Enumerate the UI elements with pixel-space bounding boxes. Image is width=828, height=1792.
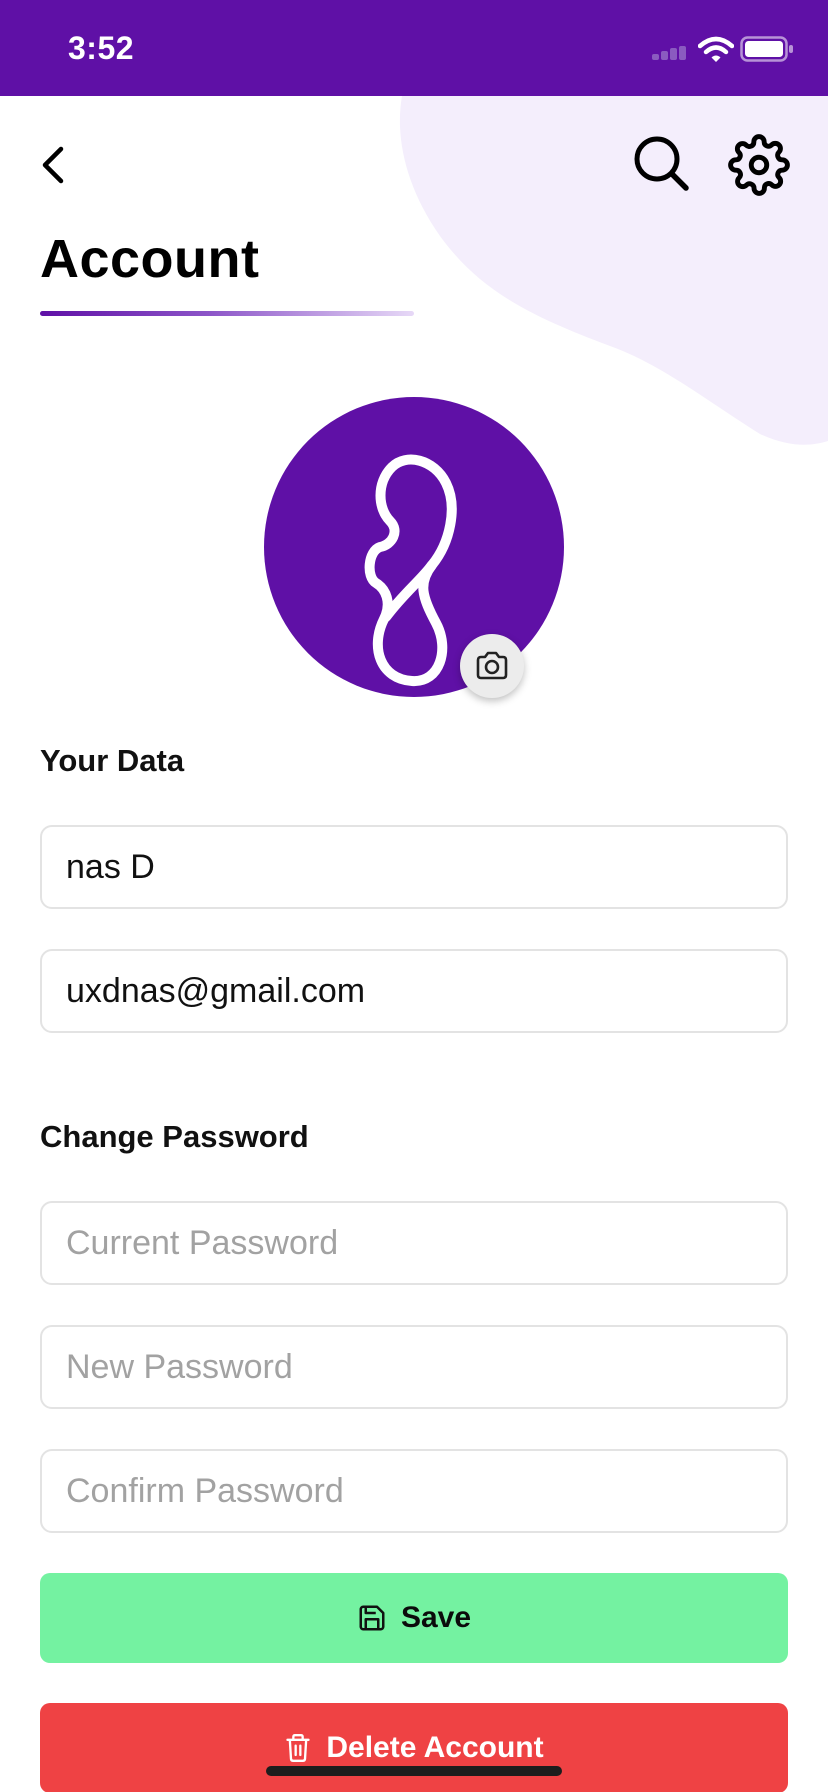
gear-icon [728, 134, 790, 196]
new-password-field[interactable] [40, 1325, 788, 1409]
title-underline [40, 311, 414, 316]
camera-icon [476, 651, 508, 680]
status-bar: 3:52 [0, 0, 828, 96]
save-button[interactable]: Save [40, 1573, 788, 1663]
change-password-label: Change Password [40, 1119, 309, 1154]
back-button[interactable] [30, 138, 74, 192]
settings-button[interactable] [728, 134, 790, 196]
search-icon [634, 136, 689, 191]
save-button-label: Save [400, 1601, 472, 1634]
current-password-field[interactable] [40, 1201, 788, 1285]
your-data-label: Your Data [40, 743, 185, 778]
change-photo-button[interactable] [460, 634, 524, 698]
floppy-disk-icon [359, 1605, 385, 1631]
wifi-icon [698, 36, 734, 62]
delete-account-button[interactable]: Delete Account [40, 1703, 788, 1792]
chevron-left-icon [42, 146, 64, 184]
cellular-signal-icon [652, 46, 688, 60]
name-field[interactable] [40, 825, 788, 909]
battery-icon [740, 36, 793, 62]
page-title: Account [40, 229, 260, 289]
status-time: 3:52 [68, 30, 135, 66]
home-indicator [266, 1766, 562, 1776]
delete-button-label: Delete Account [326, 1731, 544, 1764]
confirm-password-field[interactable] [40, 1449, 788, 1533]
trash-icon [286, 1733, 311, 1762]
search-button[interactable] [632, 134, 692, 194]
email-field[interactable] [40, 949, 788, 1033]
